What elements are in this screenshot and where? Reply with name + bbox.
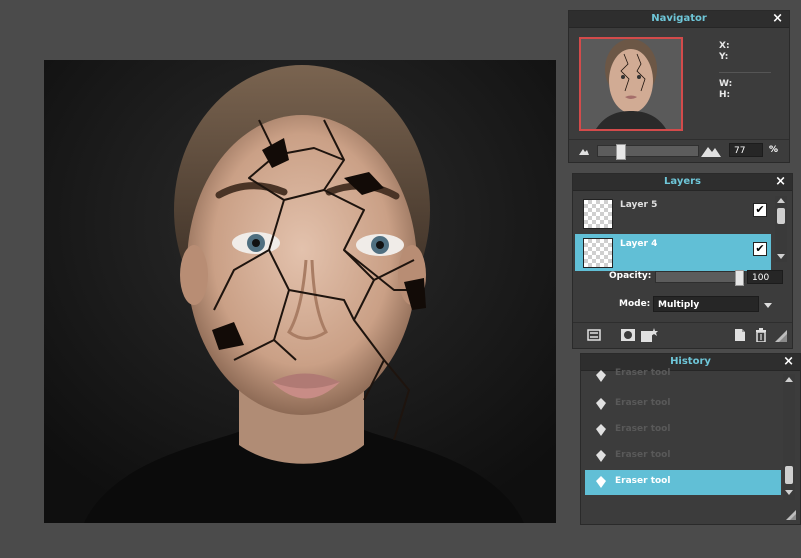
eraser-icon	[596, 370, 606, 382]
scroll-down-arrow-icon[interactable]	[777, 254, 785, 259]
layer-thumbnail	[583, 199, 613, 229]
opacity-slider[interactable]	[655, 270, 745, 286]
layer-visibility-checkbox[interactable]: ✔	[753, 242, 767, 256]
navigator-zoom-bar: 77 %	[569, 139, 789, 162]
zoom-unit: %	[769, 145, 779, 155]
layer-name: Layer 4	[620, 239, 658, 249]
navigator-close-button[interactable]: ×	[772, 11, 783, 27]
navigator-header[interactable]: Navigator ×	[569, 11, 789, 28]
layers-panel: Layers × Layer 5 ✔ Layer 4 ✔ Opacity: 10…	[572, 173, 793, 349]
layer-name: Layer 5	[620, 200, 658, 210]
history-title: History	[670, 356, 711, 367]
layers-scrollbar-thumb[interactable]	[777, 208, 785, 224]
eraser-icon	[596, 476, 606, 488]
layers-header[interactable]: Layers ×	[573, 174, 792, 191]
layer-row-layer-4[interactable]: Layer 4 ✔	[575, 234, 771, 271]
portrait-image	[44, 60, 556, 523]
history-item-label: Eraser tool	[615, 424, 671, 434]
history-item-label: Eraser tool	[615, 368, 671, 378]
resize-grip-icon[interactable]	[786, 510, 796, 520]
w-label: W:	[719, 79, 733, 89]
opacity-slider-handle[interactable]	[735, 270, 744, 286]
layer-row-layer-5[interactable]: Layer 5 ✔	[575, 195, 771, 232]
eraser-icon	[596, 450, 606, 462]
scroll-down-arrow-icon[interactable]	[785, 490, 793, 495]
blend-mode-label: Mode:	[619, 299, 651, 309]
trash-icon[interactable]	[754, 328, 768, 342]
history-panel: History × Eraser tool Eraser tool Eraser…	[580, 353, 801, 525]
history-item-label: Eraser tool	[615, 476, 671, 486]
history-scrollbar[interactable]	[783, 374, 795, 500]
layer-thumbnail	[583, 238, 613, 268]
layers-title: Layers	[664, 176, 701, 187]
new-layer-icon[interactable]	[733, 328, 747, 342]
history-item[interactable]: Eraser tool	[585, 418, 781, 443]
history-item[interactable]: Eraser tool	[585, 368, 781, 386]
y-label: Y:	[719, 52, 729, 62]
layer-mask-icon[interactable]	[621, 328, 635, 342]
navigator-preview-image	[581, 39, 681, 129]
layers-close-button[interactable]: ×	[775, 174, 786, 190]
layer-effects-icon[interactable]	[641, 328, 659, 342]
zoom-slider-handle[interactable]	[616, 144, 626, 160]
zoom-in-icon[interactable]	[701, 145, 721, 157]
workspace	[0, 0, 565, 558]
history-item-label: Eraser tool	[615, 450, 671, 460]
navigator-panel: Navigator × X: Y: W: H: 77 %	[568, 10, 790, 163]
resize-grip-icon[interactable]	[775, 330, 787, 342]
layer-visibility-checkbox[interactable]: ✔	[753, 203, 767, 217]
blend-mode-select[interactable]: Multiply	[653, 296, 759, 312]
scroll-up-arrow-icon[interactable]	[785, 377, 793, 382]
history-close-button[interactable]: ×	[783, 354, 794, 370]
layer-settings-icon[interactable]	[587, 328, 601, 342]
eraser-icon	[596, 398, 606, 410]
zoom-input[interactable]: 77	[729, 143, 763, 157]
navigator-preview[interactable]	[579, 37, 683, 131]
chevron-down-icon[interactable]	[764, 303, 772, 308]
history-item[interactable]: Eraser tool	[585, 444, 781, 469]
zoom-out-icon[interactable]	[579, 147, 589, 155]
layers-toolbar	[573, 322, 792, 347]
history-item[interactable]: Eraser tool	[585, 392, 781, 417]
x-label: X:	[719, 41, 730, 51]
history-item-label: Eraser tool	[615, 398, 671, 408]
h-label: H:	[719, 90, 731, 100]
navigator-divider	[719, 72, 771, 73]
navigator-wh-readout: W: H:	[719, 79, 732, 101]
eraser-icon	[596, 424, 606, 436]
navigator-title: Navigator	[651, 13, 707, 24]
image-canvas[interactable]	[44, 60, 556, 523]
navigator-xy-readout: X: Y:	[719, 41, 730, 63]
layers-scrollbar[interactable]	[775, 196, 787, 262]
scroll-up-arrow-icon[interactable]	[777, 198, 785, 203]
opacity-input[interactable]: 100	[747, 270, 783, 284]
zoom-slider[interactable]	[597, 144, 699, 160]
history-item-selected[interactable]: Eraser tool	[585, 470, 781, 495]
history-scrollbar-thumb[interactable]	[785, 466, 793, 484]
opacity-label: Opacity:	[609, 271, 652, 281]
